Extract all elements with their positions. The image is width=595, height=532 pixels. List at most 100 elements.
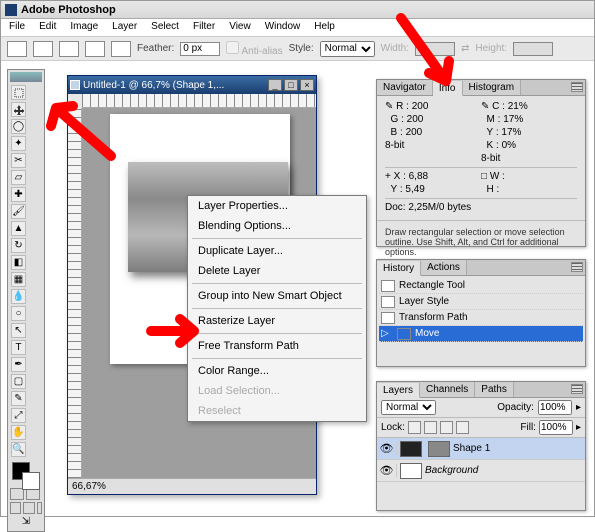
layer-thumbnail-icon[interactable]	[400, 441, 422, 457]
screenmode-c-icon[interactable]	[37, 502, 42, 514]
lock-transparency-icon[interactable]	[408, 421, 421, 434]
slice-tool-icon[interactable]: ▱	[11, 170, 26, 185]
toolbox-header-icon	[10, 72, 42, 82]
opacity-label: Opacity:	[497, 402, 534, 413]
layer-name[interactable]: Shape 1	[453, 443, 490, 454]
layer-name[interactable]: Background	[425, 465, 478, 476]
layer-thumbnail-icon[interactable]	[400, 463, 422, 479]
close-button[interactable]: ×	[300, 79, 314, 91]
info-y: 17%	[501, 127, 521, 138]
info-r: 200	[412, 101, 429, 112]
lasso-tool-icon[interactable]: ◯	[11, 119, 26, 134]
type-tool-icon[interactable]: T	[11, 340, 26, 355]
style-label: Style:	[289, 43, 314, 54]
history-brush-tool-icon[interactable]: ↻	[11, 238, 26, 253]
tab-channels[interactable]: Channels	[420, 382, 475, 397]
tab-paths[interactable]: Paths	[475, 382, 514, 397]
menu-layer[interactable]: Layer	[106, 19, 143, 36]
tab-actions[interactable]: Actions	[421, 260, 467, 275]
lock-pixels-icon[interactable]	[424, 421, 437, 434]
gradient-tool-icon[interactable]: ▦	[11, 272, 26, 287]
selection-intersect-icon[interactable]	[111, 41, 131, 57]
history-item[interactable]: Transform Path	[379, 310, 583, 326]
ctx-layer-properties[interactable]: Layer Properties...	[188, 196, 366, 216]
visibility-icon[interactable]: 👁	[377, 464, 397, 477]
separator	[192, 283, 362, 284]
crop-tool-icon[interactable]: ✂	[11, 153, 26, 168]
history-item[interactable]: Layer Style	[379, 294, 583, 310]
screenmode-b-icon[interactable]	[23, 502, 34, 514]
heal-tool-icon[interactable]: ✚	[11, 187, 26, 202]
document-title: Untitled-1 @ 66,7% (Shape 1,...	[83, 80, 224, 91]
zoom-tool-icon[interactable]: 🔍	[11, 442, 26, 457]
layer-mask-icon[interactable]	[428, 441, 450, 457]
transform-icon	[381, 312, 395, 324]
screenmode-a-icon[interactable]	[10, 502, 21, 514]
annotation-arrow-icon	[146, 311, 206, 354]
path-tool-icon[interactable]: ↖	[11, 323, 26, 338]
panel-menu-icon[interactable]	[571, 262, 583, 272]
tool-preset-icon[interactable]	[7, 41, 27, 57]
blend-mode-select[interactable]: Normal	[381, 400, 436, 415]
brush-tool-icon[interactable]: 🖌	[11, 204, 26, 219]
fill-input[interactable]	[539, 420, 573, 435]
marquee-tool-icon[interactable]	[11, 85, 26, 100]
tab-layers[interactable]: Layers	[377, 383, 420, 398]
separator	[192, 308, 362, 309]
ctx-delete-layer[interactable]: Delete Layer	[188, 261, 366, 281]
visibility-icon[interactable]: 👁	[377, 442, 397, 455]
menu-file[interactable]: File	[3, 19, 31, 36]
blur-tool-icon[interactable]: 💧	[11, 289, 26, 304]
opacity-input[interactable]	[538, 400, 572, 415]
wand-tool-icon[interactable]: ✦	[11, 136, 26, 151]
menu-view[interactable]: View	[223, 19, 257, 36]
maximize-button[interactable]: □	[284, 79, 298, 91]
minimize-button[interactable]: _	[268, 79, 282, 91]
shape-tool-icon[interactable]: ▢	[11, 374, 26, 389]
ctx-blending-options[interactable]: Blending Options...	[188, 216, 366, 236]
history-item[interactable]: ▷Move	[379, 326, 583, 342]
history-panel: History Actions Rectangle Tool Layer Sty…	[376, 259, 586, 367]
ctx-free-transform-path[interactable]: Free Transform Path	[188, 336, 366, 356]
panel-menu-icon[interactable]	[571, 384, 583, 394]
tab-histogram[interactable]: Histogram	[463, 80, 522, 95]
zoom-level[interactable]: 66,67%	[72, 481, 106, 492]
menu-filter[interactable]: Filter	[187, 19, 221, 36]
lock-all-icon[interactable]	[456, 421, 469, 434]
fill-arrow-icon[interactable]: ▸	[576, 422, 581, 433]
imageready-icon[interactable]: ⇲	[10, 514, 42, 529]
lock-position-icon[interactable]	[440, 421, 453, 434]
notes-tool-icon[interactable]: ✎	[11, 391, 26, 406]
move-tool-icon[interactable]	[11, 102, 26, 117]
menu-window[interactable]: Window	[259, 19, 307, 36]
document-titlebar[interactable]: Untitled-1 @ 66,7% (Shape 1,... _ □ ×	[68, 76, 316, 94]
menu-edit[interactable]: Edit	[33, 19, 62, 36]
hand-tool-icon[interactable]: ✋	[11, 425, 26, 440]
history-item[interactable]: Rectangle Tool	[379, 278, 583, 294]
ctx-duplicate-layer[interactable]: Duplicate Layer...	[188, 241, 366, 261]
pen-tool-icon[interactable]: ✒	[11, 357, 26, 372]
layer-row[interactable]: 👁 Background	[377, 460, 585, 482]
feather-input[interactable]	[180, 42, 220, 56]
background-color-icon[interactable]	[22, 472, 40, 490]
tab-history[interactable]: History	[377, 261, 421, 276]
ctx-rasterize-layer[interactable]: Rasterize Layer	[188, 311, 366, 331]
style-select[interactable]: Normal	[320, 41, 375, 57]
eraser-tool-icon[interactable]: ◧	[11, 255, 26, 270]
menu-image[interactable]: Image	[64, 19, 104, 36]
ctx-color-range[interactable]: Color Range...	[188, 361, 366, 381]
stamp-tool-icon[interactable]: ▲	[11, 221, 26, 236]
color-swatches[interactable]	[10, 458, 42, 486]
dodge-tool-icon[interactable]: ○	[11, 306, 26, 321]
menu-select[interactable]: Select	[145, 19, 185, 36]
menu-help[interactable]: Help	[308, 19, 341, 36]
ctx-group-smart-object[interactable]: Group into New Smart Object	[188, 286, 366, 306]
selection-subtract-icon[interactable]	[85, 41, 105, 57]
opacity-arrow-icon[interactable]: ▸	[576, 402, 581, 413]
panel-menu-icon[interactable]	[571, 82, 583, 92]
eyedropper-tool-icon[interactable]: ⤢	[11, 408, 26, 423]
selection-add-icon[interactable]	[59, 41, 79, 57]
history-label: Move	[415, 328, 439, 339]
selection-new-icon[interactable]	[33, 41, 53, 57]
layer-row[interactable]: 👁 Shape 1	[377, 438, 585, 460]
